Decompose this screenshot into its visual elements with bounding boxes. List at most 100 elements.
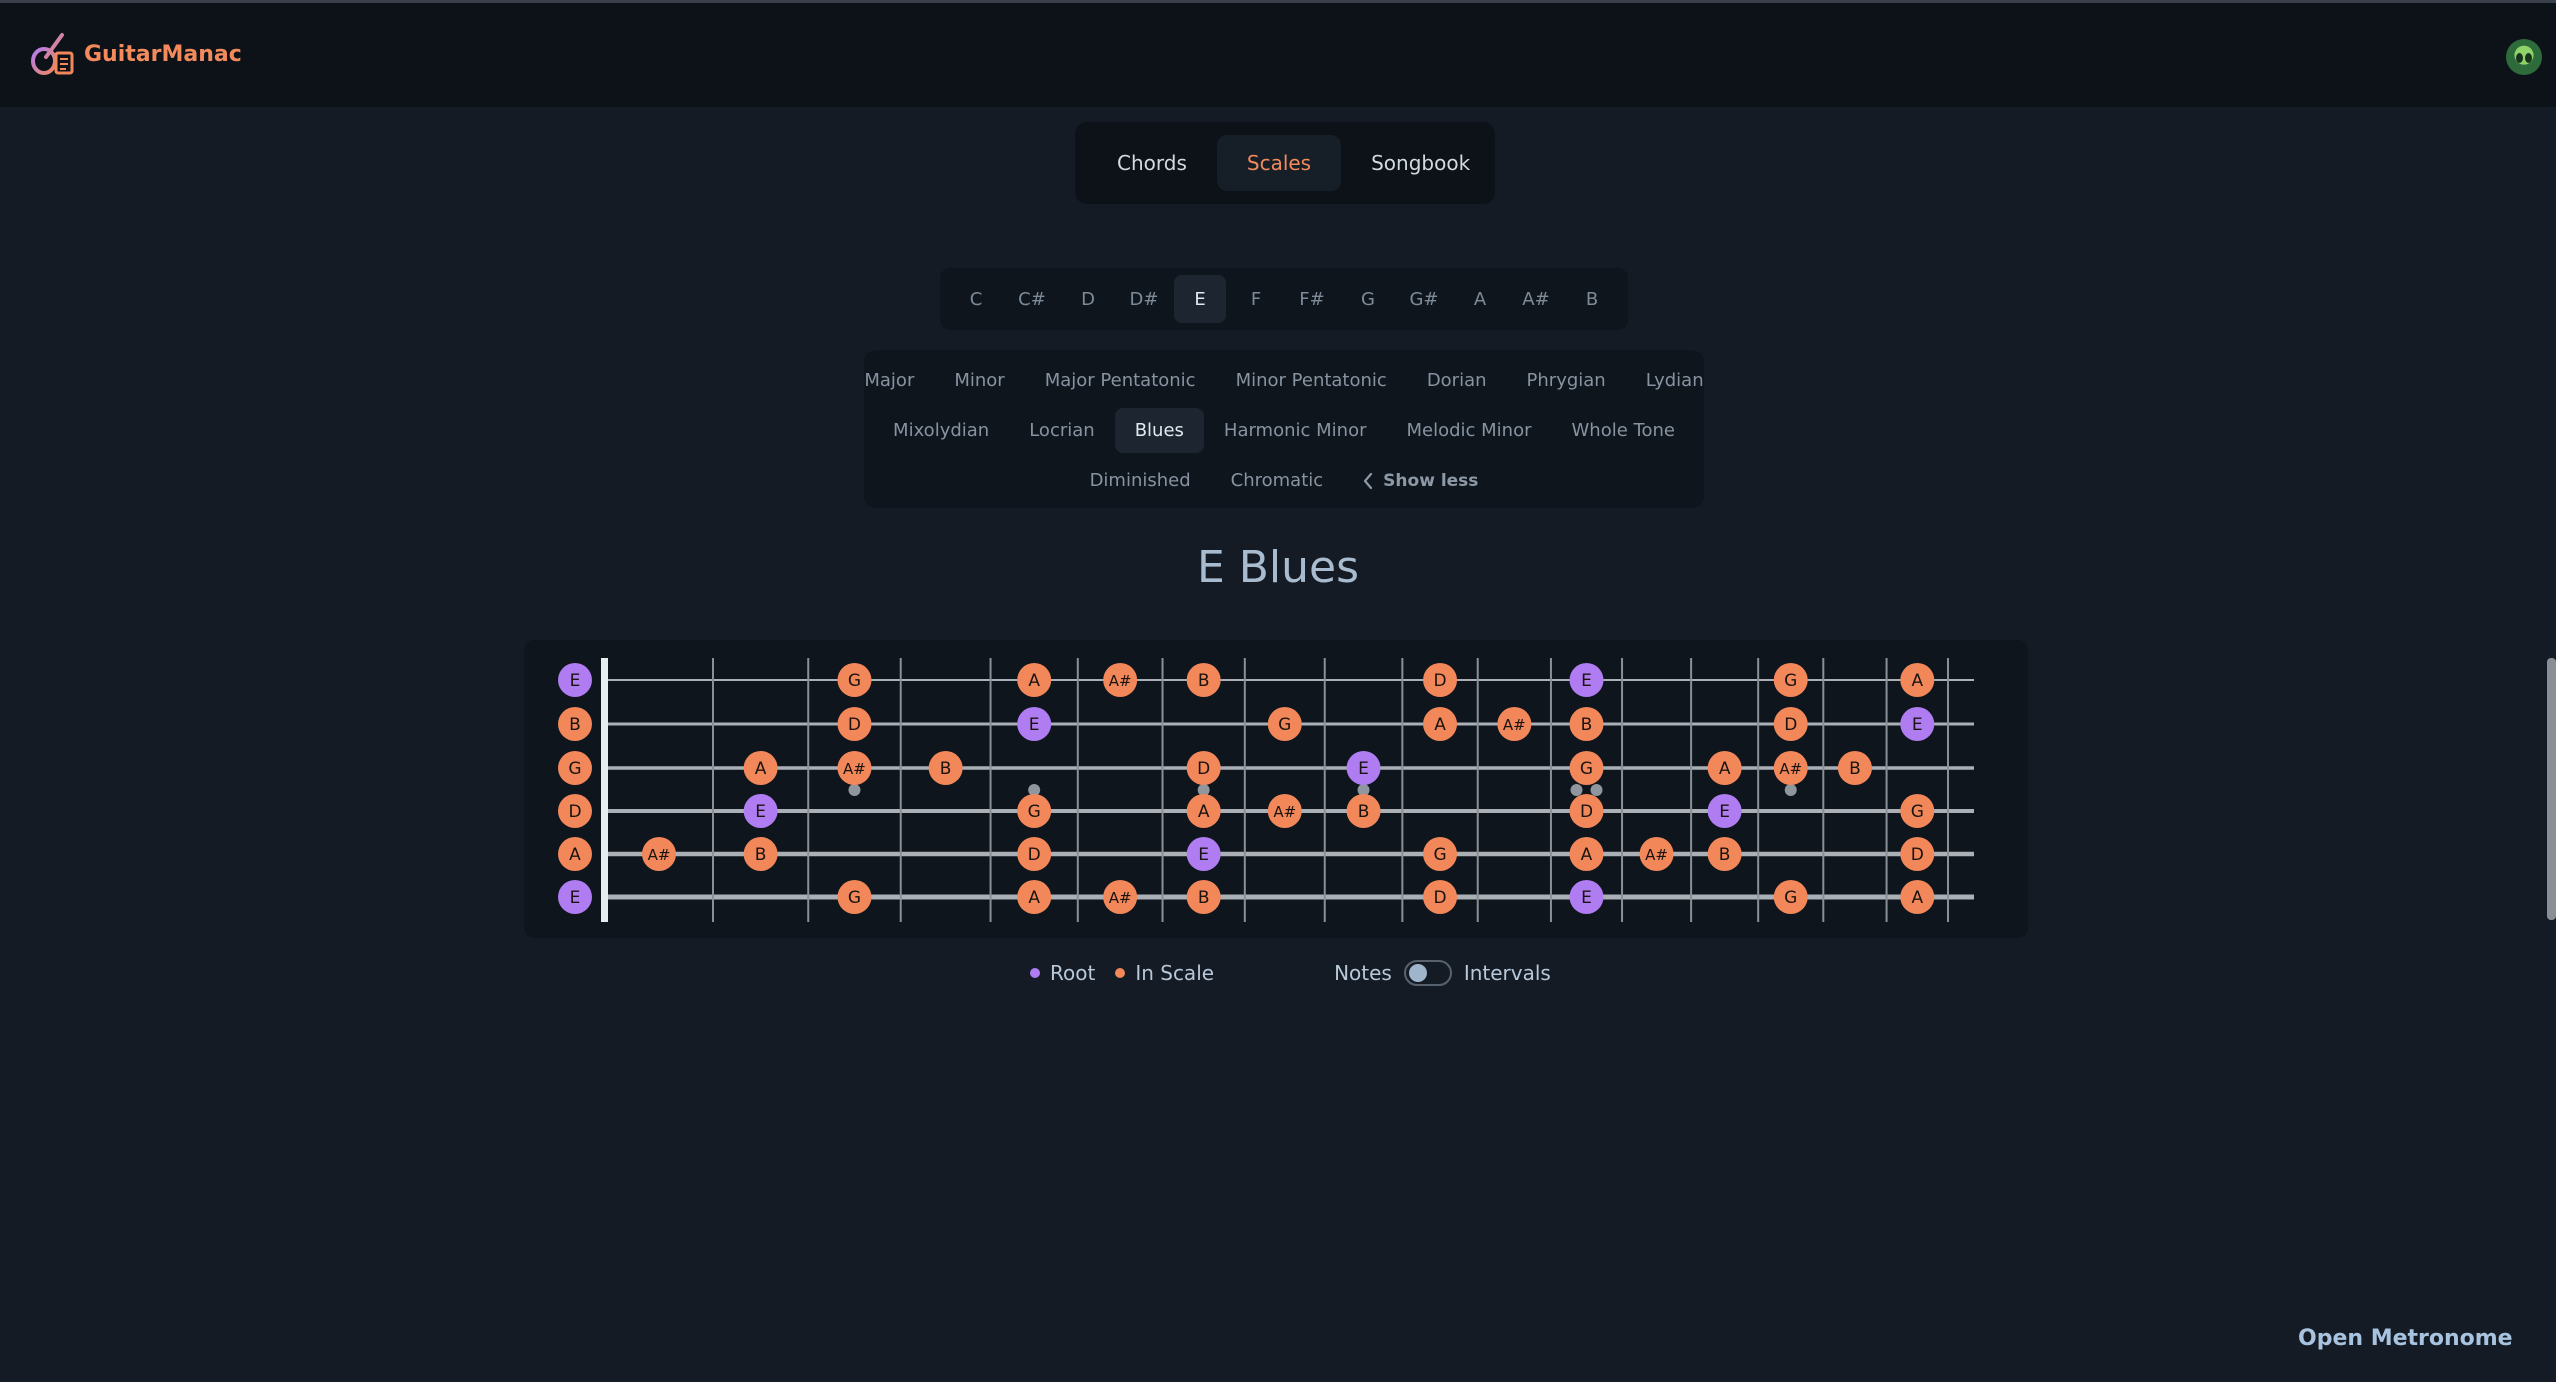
note-label: A: [1028, 671, 1040, 691]
key-d-sharp[interactable]: D#: [1118, 275, 1170, 323]
scale-whole-tone[interactable]: Whole Tone: [1552, 408, 1695, 453]
scale-locrian[interactable]: Locrian: [1009, 408, 1114, 453]
scale-row-3: Diminished Chromatic Show less: [864, 458, 1704, 503]
note-label: G: [1784, 888, 1797, 908]
note-label: B: [1358, 802, 1370, 822]
in-scale-dot-icon: [1115, 968, 1126, 978]
tab-scales[interactable]: Scales: [1216, 135, 1342, 191]
scale-selector: Major Minor Major Pentatonic Minor Penta…: [864, 350, 1704, 508]
note-label: D: [1433, 888, 1446, 908]
main-tabs: Chords Scales Songbook: [1075, 122, 1495, 204]
scale-harmonic-minor[interactable]: Harmonic Minor: [1204, 408, 1387, 453]
note-label: E: [1581, 671, 1592, 691]
scale-major-pentatonic[interactable]: Major Pentatonic: [1025, 358, 1216, 403]
legend-in-scale-label: In Scale: [1135, 961, 1215, 985]
note-label: A#: [1109, 672, 1132, 690]
scale-minor[interactable]: Minor: [934, 358, 1024, 403]
note-label: A#: [843, 760, 866, 778]
key-d[interactable]: D: [1062, 275, 1114, 323]
show-less-button[interactable]: Show less: [1343, 458, 1498, 503]
scale-melodic-minor[interactable]: Melodic Minor: [1386, 408, 1551, 453]
key-f-sharp[interactable]: F#: [1286, 275, 1338, 323]
note-label: A: [1719, 759, 1731, 779]
notes-intervals-toggle[interactable]: [1403, 960, 1452, 986]
note-label: A#: [648, 846, 671, 864]
app-name: GuitarManac: [84, 41, 242, 67]
note-label: D: [1784, 715, 1797, 735]
note-label: G: [1028, 802, 1041, 822]
chevron-left-icon: [1364, 472, 1373, 489]
note-label: A#: [1273, 803, 1296, 821]
guitar-logo-icon: [31, 33, 74, 75]
scrollbar[interactable]: [2545, 640, 2556, 940]
fret-inlay-dot: [1784, 784, 1797, 796]
scale-blues[interactable]: Blues: [1114, 408, 1204, 453]
scale-title: E Blues: [1196, 542, 1360, 593]
scale-mixolydian[interactable]: Mixolydian: [873, 408, 1009, 453]
scrollbar-thumb[interactable]: [2547, 658, 2556, 920]
tab-chords[interactable]: Chords: [1087, 135, 1217, 191]
open-metronome-button[interactable]: Open Metronome: [2298, 1326, 2513, 1351]
note-label: A: [569, 845, 581, 865]
note-label: A: [1581, 845, 1593, 865]
key-e[interactable]: E: [1174, 275, 1226, 323]
note-label: B: [755, 845, 767, 865]
nut: [601, 658, 608, 922]
key-a[interactable]: A: [1454, 275, 1506, 323]
scale-chromatic[interactable]: Chromatic: [1211, 458, 1344, 503]
note-label: E: [570, 888, 581, 908]
note-label: E: [570, 671, 581, 691]
scale-diminished[interactable]: Diminished: [1070, 458, 1211, 503]
note-label: A#: [1779, 760, 1802, 778]
note-label: G: [1911, 802, 1924, 822]
notes-label: Notes: [1334, 961, 1392, 985]
note-label: B: [569, 715, 581, 735]
note-label: B: [1198, 671, 1210, 691]
display-mode-toggle-group: Notes Intervals: [1334, 960, 1551, 986]
fret-inlay-dot: [1590, 784, 1603, 796]
note-label: G: [1433, 845, 1446, 865]
scale-major[interactable]: Major: [844, 358, 934, 403]
toggle-knob: [1408, 964, 1427, 982]
scale-row-2: Mixolydian Locrian Blues Harmonic Minor …: [864, 408, 1704, 453]
note-label: E: [1358, 759, 1369, 779]
note-label: B: [1849, 759, 1861, 779]
key-c-sharp[interactable]: C#: [1006, 275, 1058, 323]
note-label: E: [1029, 715, 1040, 735]
legend-root: Root: [1030, 961, 1095, 985]
note-label: B: [940, 759, 952, 779]
note-label: A: [1028, 888, 1040, 908]
note-label: D: [1911, 845, 1924, 865]
note-label: G: [848, 671, 861, 691]
app-logo[interactable]: GuitarManac: [28, 29, 242, 79]
tab-songbook[interactable]: Songbook: [1341, 135, 1500, 191]
scale-dorian[interactable]: Dorian: [1407, 358, 1507, 403]
scale-minor-pentatonic[interactable]: Minor Pentatonic: [1216, 358, 1407, 403]
note-label: A#: [1109, 889, 1132, 907]
note-label: A#: [1645, 846, 1668, 864]
key-b[interactable]: B: [1566, 275, 1618, 323]
note-label: G: [1580, 759, 1593, 779]
note-label: D: [568, 802, 581, 822]
note-label: G: [568, 759, 581, 779]
key-a-sharp[interactable]: A#: [1510, 275, 1562, 323]
legend: Root In Scale Notes Intervals: [1030, 960, 1551, 986]
top-bar: GuitarManac: [0, 0, 2556, 107]
note-label: D: [848, 715, 861, 735]
note-label: E: [1912, 715, 1923, 735]
note-label: A: [755, 759, 767, 779]
key-c[interactable]: C: [950, 275, 1002, 323]
scale-phrygian[interactable]: Phrygian: [1507, 358, 1626, 403]
note-label: E: [1198, 845, 1209, 865]
note-label: D: [1433, 671, 1446, 691]
key-g-sharp[interactable]: G#: [1398, 275, 1450, 323]
key-f[interactable]: F: [1230, 275, 1282, 323]
user-avatar[interactable]: [2506, 39, 2542, 75]
key-g[interactable]: G: [1342, 275, 1394, 323]
scale-row-1: Major Minor Major Pentatonic Minor Penta…: [864, 358, 1704, 403]
note-label: A: [1911, 888, 1923, 908]
note-label: E: [755, 802, 766, 822]
scale-lydian[interactable]: Lydian: [1626, 358, 1724, 403]
fretboard: E G A A# B D E G A B D E G A A# B D E G A A# B D E G A A# B D E G A A# B D…: [524, 640, 2028, 938]
note-label: B: [1198, 888, 1210, 908]
